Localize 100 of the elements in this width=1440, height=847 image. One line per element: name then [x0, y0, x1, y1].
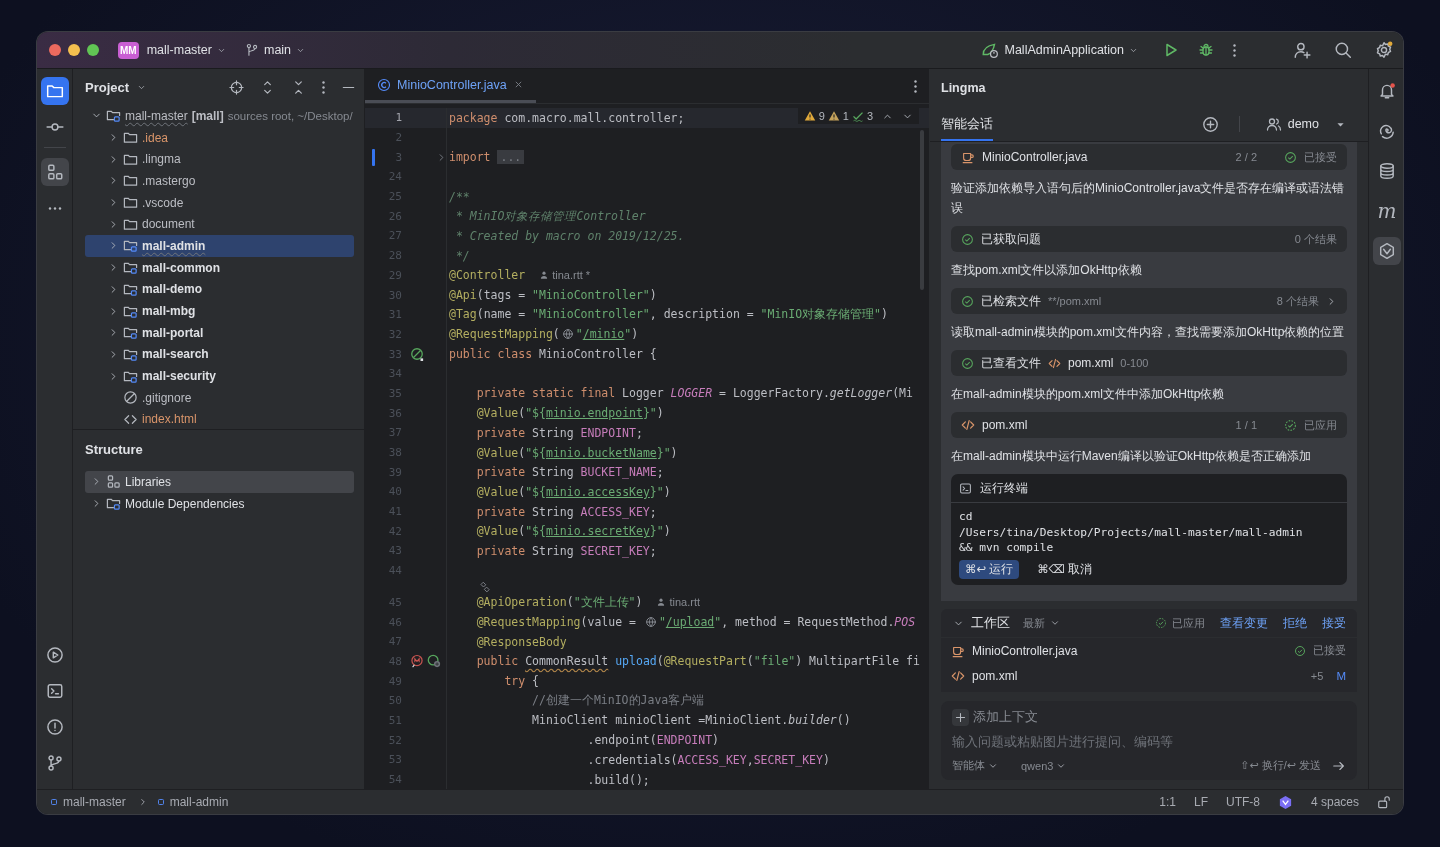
tree-item[interactable]: mall-mbg [142, 304, 196, 319]
run-icon[interactable] [1163, 42, 1179, 58]
close-window-button[interactable] [49, 44, 61, 56]
code-line: @RequestMapping(value = [475, 615, 637, 630]
folder-icon [123, 130, 138, 146]
step-description: 在mall-admin模块的pom.xml文件中添加OkHttp依赖 [951, 386, 1226, 403]
code-line: @Value("${minio.bucketName}") [475, 445, 678, 460]
no-entry-icon[interactable] [410, 347, 424, 362]
add-user-icon[interactable] [1293, 41, 1311, 59]
breadcrumb[interactable]: mall-admin [169, 795, 229, 809]
panel-title[interactable]: Project [85, 79, 130, 95]
module-folder-icon [123, 325, 138, 341]
branch-switcher[interactable]: main [263, 43, 292, 57]
tree-item[interactable]: .idea [142, 130, 169, 145]
zoom-window-button[interactable] [87, 44, 99, 56]
tree-item[interactable]: .lingma [142, 152, 181, 167]
user-selector[interactable]: demo [1287, 117, 1319, 131]
method-marker-icon[interactable] [410, 654, 424, 669]
line-separator[interactable]: LF [1193, 795, 1208, 809]
caret-position[interactable]: 1:1 [1159, 795, 1176, 809]
warning-count[interactable]: 9 [818, 110, 825, 122]
spiral-icon [1378, 122, 1396, 140]
chevron-down-icon [1050, 618, 1060, 628]
tool-window-button[interactable]: m [1373, 197, 1401, 225]
more-icon[interactable] [1233, 43, 1236, 57]
tree-item[interactable]: Libraries [125, 474, 172, 489]
editor-tab[interactable]: MinioController.java [365, 69, 536, 103]
unlock-icon[interactable] [1377, 795, 1391, 809]
code-line: MinioClient minioClient =MinioClient.builder() [531, 713, 851, 728]
indent-setting[interactable]: 4 spaces [1310, 795, 1359, 809]
code-line: * MinIO对象存储管理Controller [454, 208, 646, 224]
run-configuration-selector[interactable]: MallAdminApplication [1004, 43, 1124, 57]
bug-icon[interactable] [1198, 42, 1214, 58]
file-encoding[interactable]: UTF-8 [1225, 795, 1260, 809]
tree-item[interactable]: mall-search [142, 347, 209, 362]
tool-window-button[interactable] [1373, 237, 1401, 265]
ai-action-icon[interactable] [479, 580, 491, 593]
tree-item[interactable]: index.html [142, 412, 197, 427]
minimize-window-button[interactable] [68, 44, 80, 56]
code-line: @Controller [449, 268, 526, 283]
action-link[interactable]: 接受 [1322, 615, 1346, 631]
terminal-icon[interactable] [45, 682, 64, 700]
library-icon [106, 474, 121, 490]
tree-item[interactable]: mall-portal [142, 325, 204, 340]
message-input[interactable]: 输入问题或粘贴图片进行提问、编码等 [952, 732, 1346, 752]
tree-item[interactable]: mall-security [142, 369, 217, 384]
tree-item[interactable]: document [142, 217, 195, 232]
file-name[interactable]: MinioController.java [972, 643, 1078, 658]
more-icon[interactable] [322, 80, 325, 94]
tree-item[interactable]: mall-master [125, 108, 188, 123]
check-icon [851, 110, 864, 122]
author-hint[interactable]: tina.rtt [669, 596, 700, 609]
file-name[interactable]: pom.xml [972, 668, 1018, 683]
play-circle-icon[interactable] [45, 646, 64, 664]
typo-count[interactable]: 3 [866, 110, 873, 122]
tree-item[interactable]: .gitignore [142, 390, 192, 405]
tool-window-button[interactable] [40, 158, 69, 186]
tree-item[interactable]: mall-admin [142, 238, 206, 253]
tool-step-card[interactable]: 已获取问题 0 个结果 [951, 226, 1347, 252]
weak-warning-count[interactable]: 1 [842, 110, 849, 122]
action-link[interactable]: 拒绝 [1283, 615, 1307, 631]
settings-icon[interactable] [1375, 41, 1393, 59]
filter-selector[interactable]: 最新 [1023, 615, 1045, 631]
search-icon[interactable] [1334, 41, 1352, 59]
tree-item[interactable]: .mastergo [142, 173, 196, 188]
author-hint[interactable]: tina.rtt * [552, 269, 591, 282]
folder-icon [123, 195, 138, 211]
new-chat-icon[interactable] [1201, 115, 1219, 133]
tool-step-card[interactable]: 已检索文件 **/pom.xml 8 个结果 [951, 288, 1347, 314]
tool-window-button[interactable] [40, 77, 69, 105]
tree-item[interactable]: mall-common [142, 260, 220, 275]
more-icon[interactable] [914, 79, 917, 93]
code-line: import ... [449, 150, 525, 165]
tree-item[interactable]: .vscode [142, 195, 184, 210]
tree-item[interactable]: mall-demo [142, 282, 202, 297]
run-button[interactable]: ⌘↩ 运行 [959, 559, 1020, 579]
globe-icon[interactable] [644, 616, 657, 629]
code-line: try { [503, 674, 540, 689]
breadcrumb[interactable]: mall-master [63, 795, 126, 809]
action-link[interactable]: 查看变更 [1220, 615, 1268, 631]
project-switcher[interactable]: mall-master [146, 43, 212, 57]
module-folder-icon [106, 496, 121, 512]
mode-selector[interactable]: 智能体 [952, 758, 985, 773]
hexagon-icon[interactable] [1277, 794, 1293, 810]
tree-item[interactable]: Module Dependencies [125, 496, 245, 511]
plus-icon[interactable] [954, 711, 967, 724]
model-selector[interactable]: qwen3 [1021, 759, 1054, 772]
warning-circle-icon[interactable] [45, 718, 64, 736]
user-icon [539, 270, 550, 281]
add-context-button[interactable]: 添加上下文 [973, 709, 1038, 726]
branch-icon[interactable] [45, 754, 64, 772]
project-badge: MM [118, 41, 139, 59]
locate-icon[interactable] [229, 79, 244, 95]
tool-step-card[interactable]: 已查看文件 pom.xml 0-100 [951, 350, 1347, 376]
module-folder-icon [123, 238, 138, 254]
globe-icon[interactable] [561, 328, 574, 341]
step-description: 在mall-admin模块中运行Maven编译以验证OkHttp依赖是否正确添加 [951, 448, 1313, 465]
chat-input-box[interactable]: 添加上下文 输入问题或粘贴图片进行提问、编码等 智能体 qwen3 ⇧↩ 换行/↩ 发送 [941, 701, 1357, 780]
tab-label: MinioController.java [397, 77, 507, 92]
cancel-button[interactable]: ⌘⌫ 取消 [1031, 559, 1099, 579]
